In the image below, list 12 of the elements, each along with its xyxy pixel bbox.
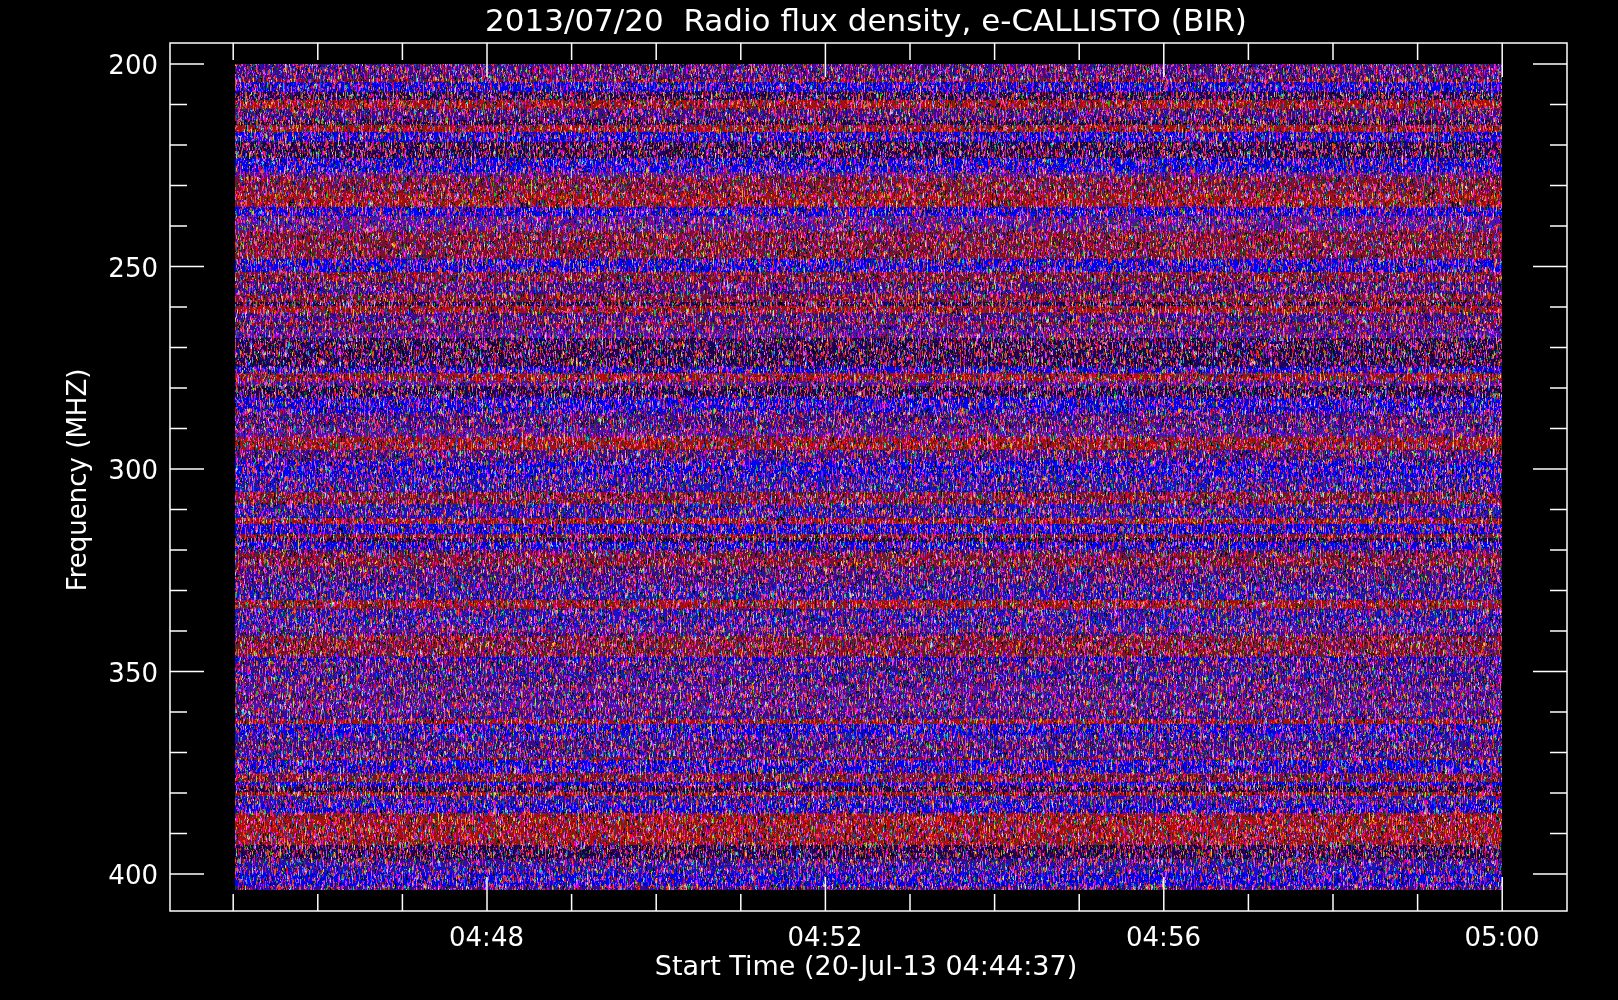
axis-label: Frequency (MHZ) bbox=[62, 368, 92, 592]
axis-tick-label: 05:00 bbox=[1464, 922, 1540, 952]
axis-tick-label: 200 bbox=[108, 50, 158, 80]
axis-tick-label: 04:56 bbox=[1126, 922, 1201, 952]
axis-tick-label: 300 bbox=[108, 455, 158, 485]
axis-tick-label: 04:52 bbox=[787, 922, 863, 952]
axis-tick-label: 04:48 bbox=[449, 922, 524, 952]
axis-label: Start Time (20-Jul-13 04:44:37) bbox=[654, 950, 1078, 981]
axis-tick-label: 350 bbox=[108, 657, 158, 688]
axis-tick-label: 250 bbox=[108, 252, 158, 283]
chart-title: 2013/07/20 Radio flux density, e-CALLISTO (BIR) bbox=[485, 2, 1247, 38]
axis-tick-label: 400 bbox=[108, 860, 158, 890]
